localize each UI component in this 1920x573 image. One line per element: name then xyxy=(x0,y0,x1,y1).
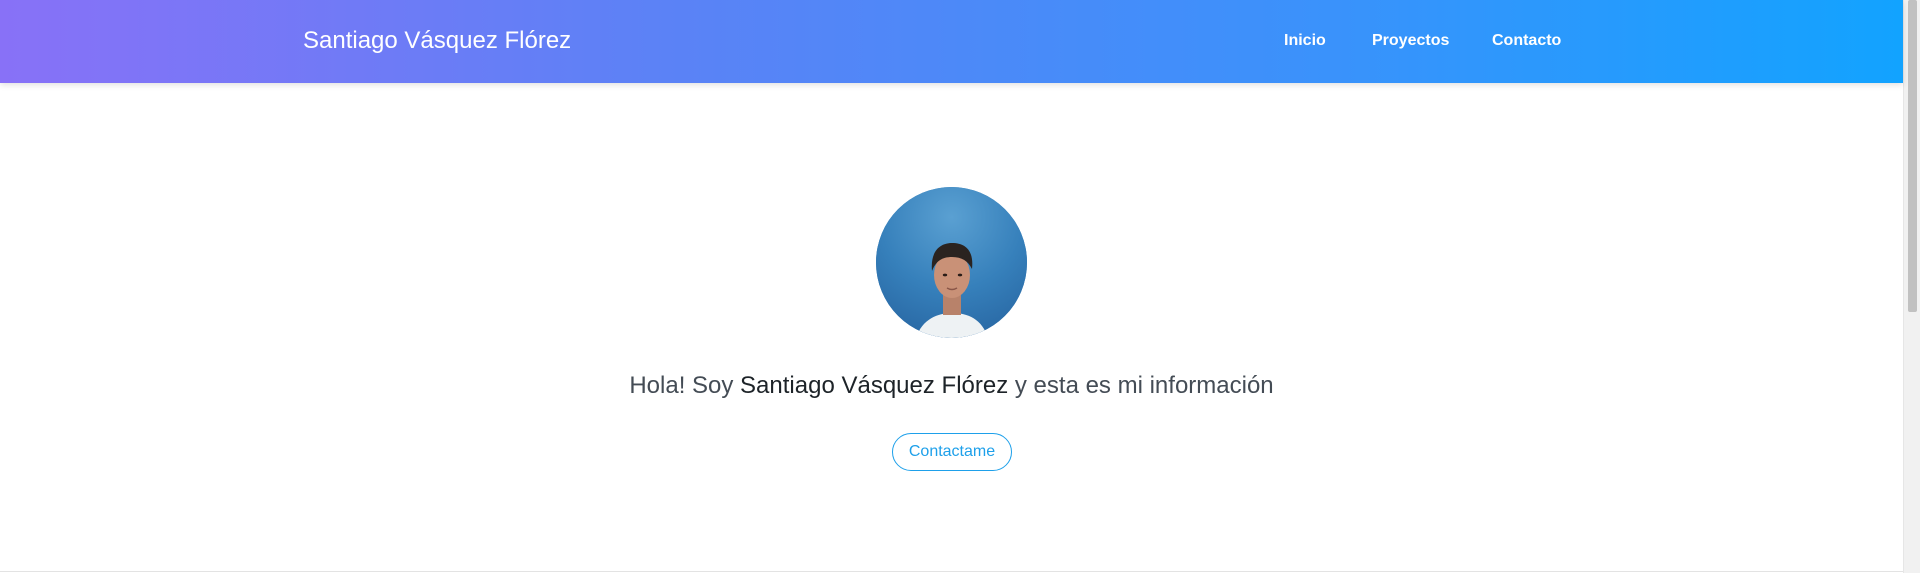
hero-greeting: Hola! Soy Santiago Vásquez Flórez y esta… xyxy=(0,370,1903,402)
vertical-scrollbar[interactable] xyxy=(1903,0,1920,573)
nav-link-proyectos[interactable]: Proyectos xyxy=(1372,28,1449,54)
profile-photo xyxy=(876,187,1027,338)
profile-avatar xyxy=(876,187,1027,338)
nav-link-inicio[interactable]: Inicio xyxy=(1284,28,1326,54)
site-brand[interactable]: Santiago Vásquez Flórez xyxy=(303,25,571,57)
page: Santiago Vásquez Flórez Inicio Proyectos… xyxy=(0,0,1920,573)
section-divider xyxy=(0,571,1903,572)
nav-link-contacto[interactable]: Contacto xyxy=(1492,28,1561,54)
scrollbar-thumb[interactable] xyxy=(1908,0,1917,312)
greeting-prefix: Hola! Soy xyxy=(629,372,741,399)
contact-button[interactable]: Contactame xyxy=(892,433,1012,471)
greeting-suffix: y esta es mi información xyxy=(1008,372,1274,399)
greeting-name: Santiago Vásquez Flórez xyxy=(740,372,1009,399)
navbar: Santiago Vásquez Flórez Inicio Proyectos… xyxy=(0,0,1903,83)
